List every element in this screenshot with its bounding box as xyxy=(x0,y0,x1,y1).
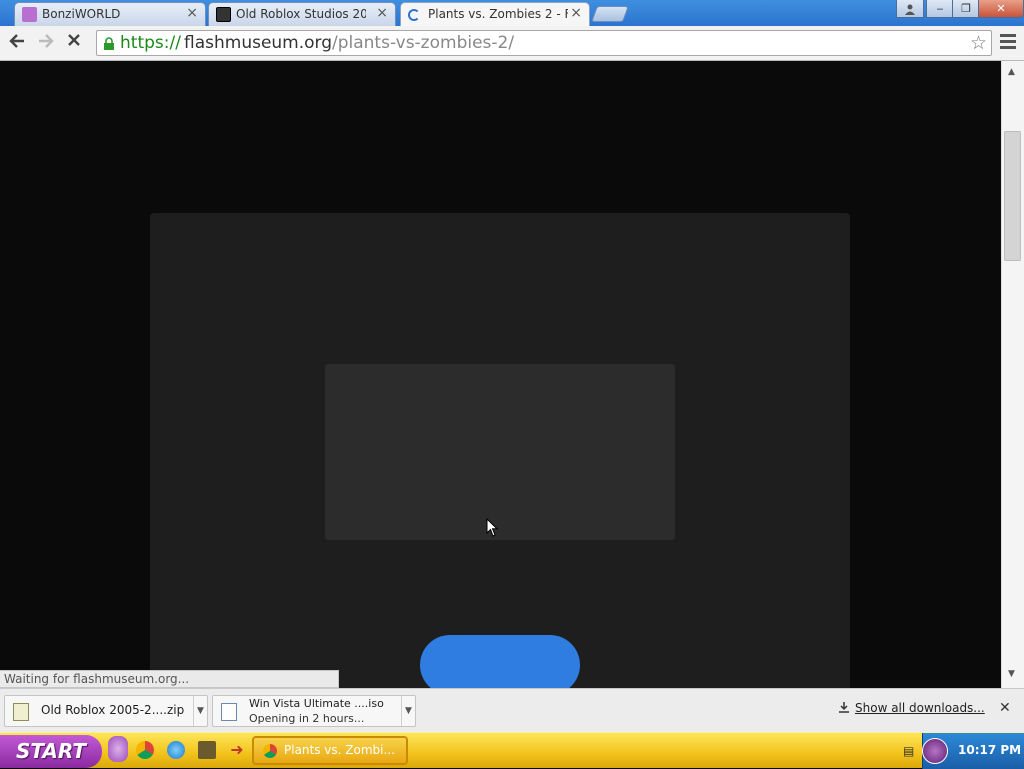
disc-file-icon xyxy=(221,703,237,721)
taskbar-item-chrome[interactable]: Plants vs. Zombi... xyxy=(252,736,408,765)
chrome-quicklaunch-icon[interactable] xyxy=(136,741,154,759)
bookmark-star-icon[interactable]: ☆ xyxy=(970,32,987,54)
clock: 10:17 PM xyxy=(958,743,1022,757)
download-status: Opening in 2 hours... xyxy=(249,712,365,725)
download-arrow-icon xyxy=(839,702,849,713)
tab-bonziworld[interactable]: BonziWORLD × xyxy=(14,2,206,26)
downloads-shelf: Old Roblox 2005-2....zip ▼ Win Vista Ult… xyxy=(0,688,1024,732)
tab-title: BonziWORLD xyxy=(42,7,121,21)
network-tray-icon[interactable]: ▤ xyxy=(903,744,914,758)
chevron-down-icon[interactable]: ▼ xyxy=(401,696,415,726)
download-item[interactable]: Win Vista Ultimate ....iso Opening in 2 … xyxy=(212,695,416,727)
close-icon[interactable]: ✕ xyxy=(999,700,1011,716)
vertical-scrollbar[interactable]: ▲ ▼ xyxy=(1001,61,1024,688)
show-all-label: Show all downloads... xyxy=(855,701,985,715)
zip-file-icon xyxy=(13,703,29,721)
download-filename: Old Roblox 2005-2....zip xyxy=(41,703,185,717)
play-button[interactable] xyxy=(420,635,580,688)
loading-spinner-icon xyxy=(408,9,420,21)
game-loading-panel xyxy=(325,364,675,540)
window-close-button[interactable]: ✕ xyxy=(978,0,1024,18)
minimize-button[interactable]: ‒ xyxy=(926,0,954,18)
tab-plants-vs-zombies[interactable]: Plants vs. Zombies 2 - F × xyxy=(400,2,590,26)
new-tab-button[interactable] xyxy=(591,6,629,22)
browser-toolbar: https:// flashmuseum.org /plants-vs-zomb… xyxy=(0,26,1024,61)
scroll-down-arrow-icon[interactable]: ▼ xyxy=(1008,669,1015,679)
url-scheme: https:// xyxy=(120,33,181,53)
bonzi-favicon-icon xyxy=(22,7,37,22)
game-container[interactable] xyxy=(150,213,850,688)
museum-favicon-icon xyxy=(216,7,231,22)
tab-old-roblox-studios[interactable]: Old Roblox Studios 200 × xyxy=(208,2,396,26)
tab-close-icon[interactable]: × xyxy=(186,5,198,21)
chrome-icon xyxy=(263,744,277,758)
tab-strip: BonziWORLD × Old Roblox Studios 200 × Pl… xyxy=(0,0,1024,26)
start-button[interactable]: START xyxy=(0,735,102,768)
tab-title: Old Roblox Studios 200 xyxy=(236,7,366,21)
show-all-downloads-link[interactable]: Show all downloads... xyxy=(838,701,985,715)
hamburger-menu-icon[interactable] xyxy=(1000,34,1016,50)
internet-explorer-icon[interactable] xyxy=(167,741,185,759)
chevron-down-icon[interactable]: ▼ xyxy=(193,696,207,726)
tab-close-icon[interactable]: × xyxy=(376,5,388,21)
address-bar[interactable]: https:// flashmuseum.org /plants-vs-zomb… xyxy=(96,30,992,56)
download-filename: Win Vista Ultimate ....iso xyxy=(249,697,384,710)
taskbar-item-label: Plants vs. Zombi... xyxy=(284,743,395,757)
bonzi-quicklaunch-icon[interactable] xyxy=(108,736,128,762)
stop-loading-icon[interactable] xyxy=(62,32,86,54)
back-arrow-icon[interactable] xyxy=(5,32,29,54)
arrow-quicklaunch-icon[interactable]: ➜ xyxy=(228,741,246,759)
mouse-cursor-icon xyxy=(486,518,499,537)
url-host: flashmuseum.org xyxy=(184,33,333,53)
lock-icon xyxy=(104,37,114,50)
forward-arrow-icon[interactable] xyxy=(34,32,58,54)
scrollbar-thumb[interactable] xyxy=(1004,131,1021,261)
taskbar: START ➜ Plants vs. Zombi... ▤ 10:17 PM xyxy=(0,732,1024,769)
status-bubble: Waiting for flashmuseum.org... xyxy=(0,670,339,688)
tab-title: Plants vs. Zombies 2 - F xyxy=(428,7,568,21)
app-quicklaunch-icon[interactable] xyxy=(198,741,216,759)
scroll-up-arrow-icon[interactable]: ▲ xyxy=(1008,67,1015,77)
tab-close-icon[interactable]: × xyxy=(570,5,582,21)
bonzi-tray-icon[interactable] xyxy=(922,738,948,764)
download-item[interactable]: Old Roblox 2005-2....zip ▼ xyxy=(4,695,208,727)
user-profile-icon[interactable] xyxy=(896,0,924,18)
page-viewport xyxy=(0,61,1001,688)
restore-button[interactable]: ❐ xyxy=(952,0,980,18)
url-path: /plants-vs-zombies-2/ xyxy=(332,33,515,53)
